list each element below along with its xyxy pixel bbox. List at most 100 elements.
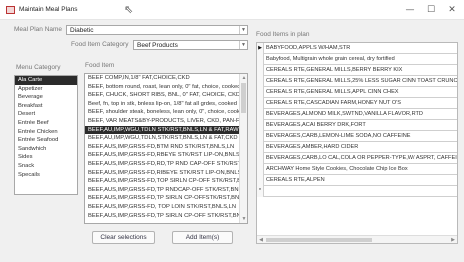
scroll-right-icon[interactable]: ▶ xyxy=(449,236,457,243)
row-selector[interactable] xyxy=(257,120,264,131)
food-item-row[interactable]: BEEF,AU,IMP,WGU,TDLN,STK/RST,BNLS,LN & F… xyxy=(85,134,239,143)
food-item-row[interactable]: Beef, fn, top in stk, bnless lip-on, 1/8… xyxy=(85,100,239,109)
plan-item-name: CEREALS RTE,ALPEN xyxy=(266,177,325,183)
menu-category-item[interactable]: Sides xyxy=(15,153,77,162)
plan-item-name: CEREALS RTE,GENERAL MILLS,APPL CINN CHEX xyxy=(266,89,399,95)
row-selector[interactable] xyxy=(257,131,264,142)
row-selector[interactable]: ▶ xyxy=(257,43,264,54)
row-selector[interactable] xyxy=(257,142,264,153)
plan-table-row[interactable]: BEVERAGES,ALMOND MILK,SWTND,VANILLA FLAV… xyxy=(257,109,457,120)
menu-category-item[interactable]: Specails xyxy=(15,171,77,180)
scroll-left-icon[interactable]: ◀ xyxy=(257,236,265,243)
add-items-button[interactable]: Add Item(s) xyxy=(172,231,233,244)
meal-plan-name-label: Meal Plan Name xyxy=(14,26,63,33)
plan-item-name: CEREALS RTE,GENERAL MILLS,25% LESS SUGAR… xyxy=(266,78,458,84)
plan-table-row[interactable]: CEREALS RTE,CASCADIAN FARM,HONEY NUT O'S xyxy=(257,98,457,109)
food-items-in-plan-grid[interactable]: ▶ BABYFOOD,APPLS W/HAM,STR Babyfood, Multi… xyxy=(256,42,458,244)
close-button[interactable]: ✕ xyxy=(442,3,462,17)
food-item-list[interactable]: BEEF COMP,IN,1/8" FAT,CHOICE,CKD BEEF, bo… xyxy=(84,73,248,224)
row-selector[interactable] xyxy=(257,153,264,164)
food-item-category-combo[interactable]: Beef Products ▼ xyxy=(133,40,248,50)
plan-table-row[interactable]: BEVERAGES,CARB,LO CAL,COLA OR PEPPER-TYP… xyxy=(257,153,457,164)
plan-table-row[interactable]: CEREALS RTE,GENERAL MILLS,BERRY BERRY KI… xyxy=(257,65,457,76)
plan-item-name: CEREALS RTE,CASCADIAN FARM,HONEY NUT O'S xyxy=(266,100,402,106)
mouse-cursor-icon: ⇖ xyxy=(124,3,134,16)
food-item-vertical-scrollbar[interactable]: ▲ ▼ xyxy=(239,74,247,223)
plan-item-name: CEREALS RTE,GENERAL MILLS,BERRY BERRY KI… xyxy=(266,67,403,73)
meal-plan-name-combo[interactable]: Diabetic ▼ xyxy=(66,25,248,35)
food-item-row[interactable]: BEEF,AUS,IMP,GRSS-FD,BTM RND STK/RST,BNL… xyxy=(85,143,239,152)
row-selector[interactable] xyxy=(257,175,264,186)
plan-item-name: BABYFOOD,APPLS W/HAM,STR xyxy=(266,45,351,51)
maximize-button[interactable]: ☐ xyxy=(421,3,441,17)
food-item-row[interactable]: BEEF,AUS,IMP,GRSS-FD,TP RNDCAP-OFF STK/R… xyxy=(85,186,239,195)
food-item-row[interactable]: BEEF,AUS,IMP,GRSS-FD,RIBEYE STK/RST LIP-… xyxy=(85,169,239,178)
food-item-row[interactable]: BEEF COMP,IN,1/8" FAT,CHOICE,CKD xyxy=(85,74,239,83)
plan-table-row[interactable]: CEREALS RTE,GENERAL MILLS,APPL CINN CHEX xyxy=(257,87,457,98)
row-selector[interactable] xyxy=(257,54,264,65)
plan-table-row[interactable]: ARCHWAY Home Style Cookies, Chocolate Ch… xyxy=(257,164,457,175)
scroll-down-icon[interactable]: ▼ xyxy=(240,215,247,223)
plan-table-row[interactable]: CEREALS RTE,ALPEN xyxy=(257,175,457,186)
chevron-down-icon[interactable]: ▼ xyxy=(239,41,247,49)
chevron-down-icon[interactable]: ▼ xyxy=(239,26,247,34)
plan-table-row[interactable]: Babyfood, Multigrain whole grain cereal,… xyxy=(257,54,457,65)
row-selector[interactable] xyxy=(257,65,264,76)
plan-item-name: BEVERAGES,ALMOND MILK,SWTND,VANILLA FLAV… xyxy=(266,111,423,117)
scroll-thumb[interactable] xyxy=(241,83,246,113)
food-item-row[interactable]: BEEF,AUS,IMP,GRSS-FD,TOP SIRLN CP-OFF ST… xyxy=(85,177,239,186)
plan-table-row[interactable]: BEVERAGES,CARB,LEMON-LIME SODA,NO CAFFEI… xyxy=(257,131,457,142)
row-selector[interactable] xyxy=(257,109,264,120)
app-icon xyxy=(6,6,15,14)
menu-category-item[interactable]: Entrée Seafood xyxy=(15,136,77,145)
title-bar: Maintain Meal Plans ⇖ — ☐ ✕ xyxy=(0,0,464,20)
row-selector[interactable] xyxy=(257,98,264,109)
menu-category-item[interactable]: Snack xyxy=(15,162,77,171)
plan-horizontal-scrollbar[interactable]: ◀ ▶ xyxy=(257,235,457,243)
menu-category-item[interactable]: Breakfast xyxy=(15,102,77,111)
menu-category-item[interactable]: Sandwhich xyxy=(15,145,77,154)
food-item-label: Food Item xyxy=(85,62,115,69)
menu-category-item[interactable]: Entrée Beef xyxy=(15,119,77,128)
food-item-category-value: Beef Products xyxy=(137,42,178,49)
plan-item-name: BEVERAGES,CARB,LEMON-LIME SODA,NO CAFFEI… xyxy=(266,133,411,139)
minimize-button[interactable]: — xyxy=(400,3,420,17)
food-item-row[interactable]: BEEF,AUS,IMP,GRSS-FD,RBEYE STK/RST LIP-O… xyxy=(85,151,239,160)
plan-table-row[interactable]: BEVERAGES,AMBER,HARD CIDER xyxy=(257,142,457,153)
menu-category-item[interactable]: Ala Carte xyxy=(15,76,77,85)
food-item-row[interactable]: BEEF, bottom round, roast, lean only, 0"… xyxy=(85,83,239,92)
plan-item-name: BEVERAGES,ACAI BERRY DRK,FORT xyxy=(266,122,366,128)
menu-category-item[interactable]: Appetizer xyxy=(15,85,77,94)
food-item-row[interactable]: BEEF, VAR MEATS&BY-PRODUCTS, LIVER, CKD,… xyxy=(85,117,239,126)
row-selector[interactable] xyxy=(257,76,264,87)
food-item-row[interactable]: BEEF, shoulder steak, boneless, lean onl… xyxy=(85,108,239,117)
menu-category-item[interactable]: Beverage xyxy=(15,93,77,102)
plan-table-row[interactable]: CEREALS RTE,GENERAL MILLS,25% LESS SUGAR… xyxy=(257,76,457,87)
scroll-up-icon[interactable]: ▲ xyxy=(240,74,247,82)
window-title: Maintain Meal Plans xyxy=(19,6,78,13)
row-selector[interactable] xyxy=(257,87,264,98)
row-selector[interactable] xyxy=(257,164,264,175)
food-item-row[interactable]: BEEF,AU,IMP,WGU,TDLN STK/RST,BNLS,LN & F… xyxy=(85,125,239,135)
menu-category-label: Menu Category xyxy=(16,64,61,71)
food-item-category-label: Food Item Category xyxy=(71,41,129,48)
food-item-row[interactable]: BEEF, CHUCK, SHORT RIBS, BNL, 0" FAT, CH… xyxy=(85,91,239,100)
plan-table-row[interactable]: ▶ BABYFOOD,APPLS W/HAM,STR xyxy=(257,43,457,54)
menu-category-item[interactable]: Desert xyxy=(15,110,77,119)
menu-category-item[interactable]: Entrée Chicken xyxy=(15,128,77,137)
plan-item-name: ARCHWAY Home Style Cookies, Chocolate Ch… xyxy=(266,166,408,172)
food-items-in-plan-label: Food Items in plan xyxy=(256,31,310,38)
plan-table-row[interactable]: BEVERAGES,ACAI BERRY DRK,FORT xyxy=(257,120,457,131)
row-selector[interactable]: * xyxy=(257,186,264,197)
food-item-row[interactable]: BEEF,AUS,IMP,GRSS-FD,TP SIRLN CP-OFF STK… xyxy=(85,212,239,221)
food-item-row[interactable]: BEEF,AUS,IMP,GRSS-FD,RD,TP RND CAP-OFF S… xyxy=(85,160,239,169)
meal-plan-name-value: Diabetic xyxy=(70,27,94,34)
plan-item-name: BEVERAGES,AMBER,HARD CIDER xyxy=(266,144,359,150)
plan-item-name: Babyfood, Multigrain whole grain cereal,… xyxy=(266,56,395,62)
food-item-row[interactable]: BEEF,AUS,IMP,GRSS-FD,TP SIRLN CP-OFFSTK/… xyxy=(85,194,239,203)
plan-new-row[interactable]: * xyxy=(257,186,457,197)
clear-selections-button[interactable]: Clear selections xyxy=(92,231,155,244)
food-item-row[interactable]: BEEF,AUS,IMP,GRSS-FD, TOP LOIN STK/RST,B… xyxy=(85,203,239,212)
scroll-thumb[interactable] xyxy=(266,238,372,242)
menu-category-list[interactable]: Ala Carte Appetizer Beverage Breakfast Deser… xyxy=(14,75,78,195)
